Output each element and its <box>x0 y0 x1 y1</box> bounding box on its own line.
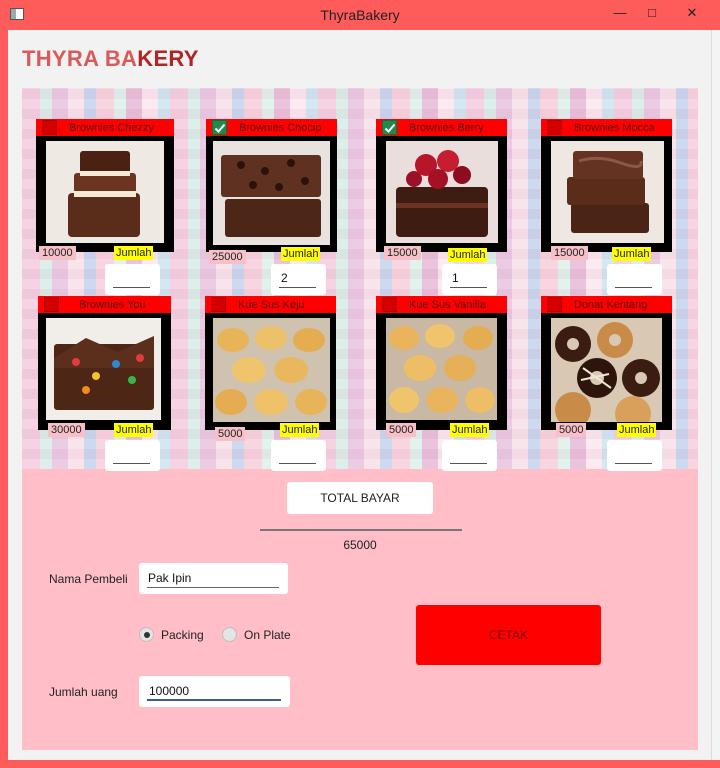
brownie-image <box>46 141 164 243</box>
qty-label: Jumlah <box>617 423 657 437</box>
page-title: THYRA BAKERY <box>22 46 199 72</box>
product-header: Brownies Berry <box>376 119 507 136</box>
product-name: Brownies Berry <box>409 121 484 134</box>
product-checkbox[interactable] <box>211 297 226 312</box>
product-checkbox[interactable] <box>547 297 562 312</box>
radio-on-plate-label: On Plate <box>244 627 291 642</box>
product-checkbox[interactable] <box>382 120 397 135</box>
product-price: 30000 <box>48 423 85 437</box>
total-bayar-button[interactable]: TOTAL BAYAR <box>287 482 433 514</box>
divider <box>260 529 462 531</box>
product-checkbox[interactable] <box>382 297 397 312</box>
product-checkbox[interactable] <box>547 120 562 135</box>
product-name: Brownies Chocip <box>239 121 322 134</box>
product-name: Donat Kentang <box>574 298 648 311</box>
app-window: ThyraBakery — □ ✕ THYRA BAKERY Brownies … <box>0 0 720 768</box>
brownie-image <box>386 141 498 243</box>
money-amount-input[interactable]: 100000 <box>139 676 290 707</box>
product-header: Brownies Chocip <box>206 119 337 136</box>
title-bar[interactable]: ThyraBakery — □ ✕ <box>0 0 720 30</box>
qty-label: Jumlah <box>281 247 321 261</box>
minimize-button[interactable]: — <box>608 4 632 22</box>
product-price: 10000 <box>39 246 76 260</box>
product-grid: Brownies Chezzy 10000 Jumlah Brownies Ch… <box>22 88 698 471</box>
product-header: Kue Sus Keju <box>205 296 336 313</box>
product-header: Brownies Chezzy <box>36 119 174 136</box>
qty-input[interactable]: 1 <box>442 264 497 295</box>
close-button[interactable]: ✕ <box>680 4 704 22</box>
radio-on-plate[interactable]: On Plate <box>222 627 291 642</box>
page-title-part2: KERY <box>137 46 199 71</box>
product-header: Brownies Mocca <box>541 119 672 136</box>
qty-input[interactable] <box>271 440 326 471</box>
check-icon <box>384 123 395 133</box>
buyer-name-value: Pak Ipin <box>148 571 192 585</box>
window-edge <box>711 30 720 760</box>
product-price: 15000 <box>384 246 421 260</box>
product-header: Kue Sus Vanilla <box>376 296 507 313</box>
product-name: Brownies You <box>79 298 146 311</box>
product-name: Kue Sus Keju <box>238 298 305 311</box>
qty-label: Jumlah <box>612 247 652 261</box>
money-amount-value: 100000 <box>149 684 190 698</box>
total-value: 65000 <box>343 538 377 552</box>
buyer-name-label: Nama Pembeli <box>49 572 128 586</box>
qty-label: Jumlah <box>448 248 488 262</box>
qty-input[interactable] <box>442 440 497 471</box>
check-icon <box>214 123 225 133</box>
qty-input[interactable] <box>607 264 662 295</box>
qty-input[interactable] <box>105 440 160 471</box>
maximize-button[interactable]: □ <box>640 4 664 22</box>
product-checkbox[interactable] <box>42 120 57 135</box>
qty-value: 2 <box>281 271 288 285</box>
product-checkbox[interactable] <box>212 120 227 135</box>
product-name: Brownies Mocca <box>574 121 655 134</box>
brownie-image <box>213 141 330 245</box>
qty-input[interactable] <box>105 264 160 295</box>
qty-label: Jumlah <box>280 423 320 437</box>
qty-label: Jumlah <box>450 423 490 437</box>
qty-label: Jumlah <box>114 246 154 260</box>
radio-selected-icon <box>139 627 154 642</box>
product-checkbox[interactable] <box>44 297 59 312</box>
product-price: 5000 <box>215 427 246 441</box>
product-price: 5000 <box>556 423 587 437</box>
qty-label: Jumlah <box>114 423 154 437</box>
qty-value: 1 <box>452 271 459 285</box>
page-title-part1: THYRA BA <box>22 46 138 71</box>
qty-input[interactable] <box>607 440 662 471</box>
product-header: Donat Kentang <box>541 296 672 313</box>
product-price: 25000 <box>209 250 246 264</box>
radio-packing[interactable]: Packing <box>139 627 204 642</box>
cream-puff-image <box>386 318 497 420</box>
product-price: 15000 <box>551 246 588 260</box>
radio-packing-label: Packing <box>161 627 204 642</box>
money-amount-label: Jumlah uang <box>49 685 118 699</box>
qty-input[interactable]: 2 <box>271 264 326 295</box>
cream-puff-image <box>213 318 330 422</box>
product-name: Brownies Chezzy <box>69 121 154 134</box>
checkout-panel: TOTAL BAYAR 65000 Nama Pembeli Pak Ipin … <box>22 469 698 750</box>
product-name: Kue Sus Vanilla <box>409 298 486 311</box>
brownie-image <box>551 141 664 243</box>
cetak-button[interactable]: CETAK <box>416 605 601 665</box>
radio-unselected-icon <box>222 627 237 642</box>
buyer-name-input[interactable]: Pak Ipin <box>139 563 288 594</box>
donut-image <box>551 318 662 422</box>
product-price: 5000 <box>386 423 417 437</box>
product-header: Brownies You <box>38 296 171 313</box>
brownie-image <box>46 318 161 420</box>
